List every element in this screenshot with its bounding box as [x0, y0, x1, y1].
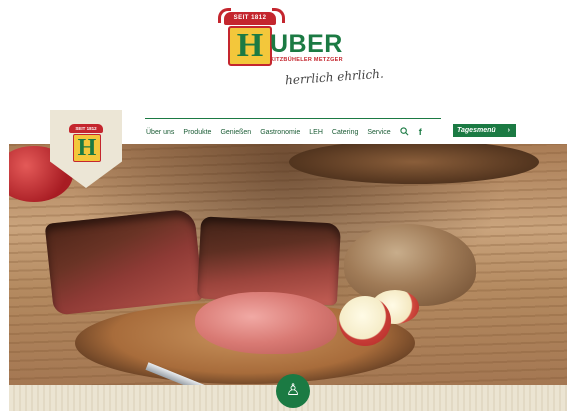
logo-letter-h: H: [228, 26, 272, 66]
badge-logo: SEIT 1812 H: [67, 124, 105, 164]
nav-item-catering[interactable]: Catering: [332, 129, 358, 136]
badge-letter-h: H: [73, 134, 101, 162]
logo-since-label: SEIT 1812: [224, 12, 276, 25]
brand-logo[interactable]: SEIT 1812 H UBER KITZBÜHELER METZGER: [218, 8, 348, 68]
arrow-right-icon: ›: [507, 127, 510, 134]
nav-item-gastronomie[interactable]: Gastronomie: [260, 129, 300, 136]
tagesmenu-button[interactable]: Tagesmenü ›: [453, 124, 516, 137]
background-wooden-board: [289, 144, 539, 184]
slogan: herrlich ehrlich.: [284, 66, 385, 88]
nav-item-ueber-uns[interactable]: Über uns: [146, 129, 174, 136]
nav-item-leh[interactable]: LEH: [309, 129, 323, 136]
nav-item-produkte[interactable]: Produkte: [183, 129, 211, 136]
logo-badge[interactable]: SEIT 1812 H: [50, 110, 122, 188]
nav-divider: [145, 118, 441, 119]
apple-slice-front: [339, 296, 391, 346]
tagesmenu-label: Tagesmenü: [457, 127, 496, 134]
nav-item-service[interactable]: Service: [367, 129, 390, 136]
ham-slices: [195, 292, 337, 354]
badge-since-label: SEIT 1812: [69, 124, 103, 133]
main-navigation: Über uns Produkte Genießen Gastronomie L…: [146, 126, 432, 138]
logo-brand-name: UBER: [270, 30, 343, 58]
logo-subtitle: KITZBÜHELER METZGER: [270, 57, 343, 63]
search-icon[interactable]: [400, 126, 409, 138]
chef-icon[interactable]: ♙: [276, 374, 310, 408]
nav-item-geniessen[interactable]: Genießen: [220, 129, 251, 136]
facebook-icon[interactable]: f: [419, 127, 422, 137]
smoked-ham-block-left: [44, 208, 204, 316]
